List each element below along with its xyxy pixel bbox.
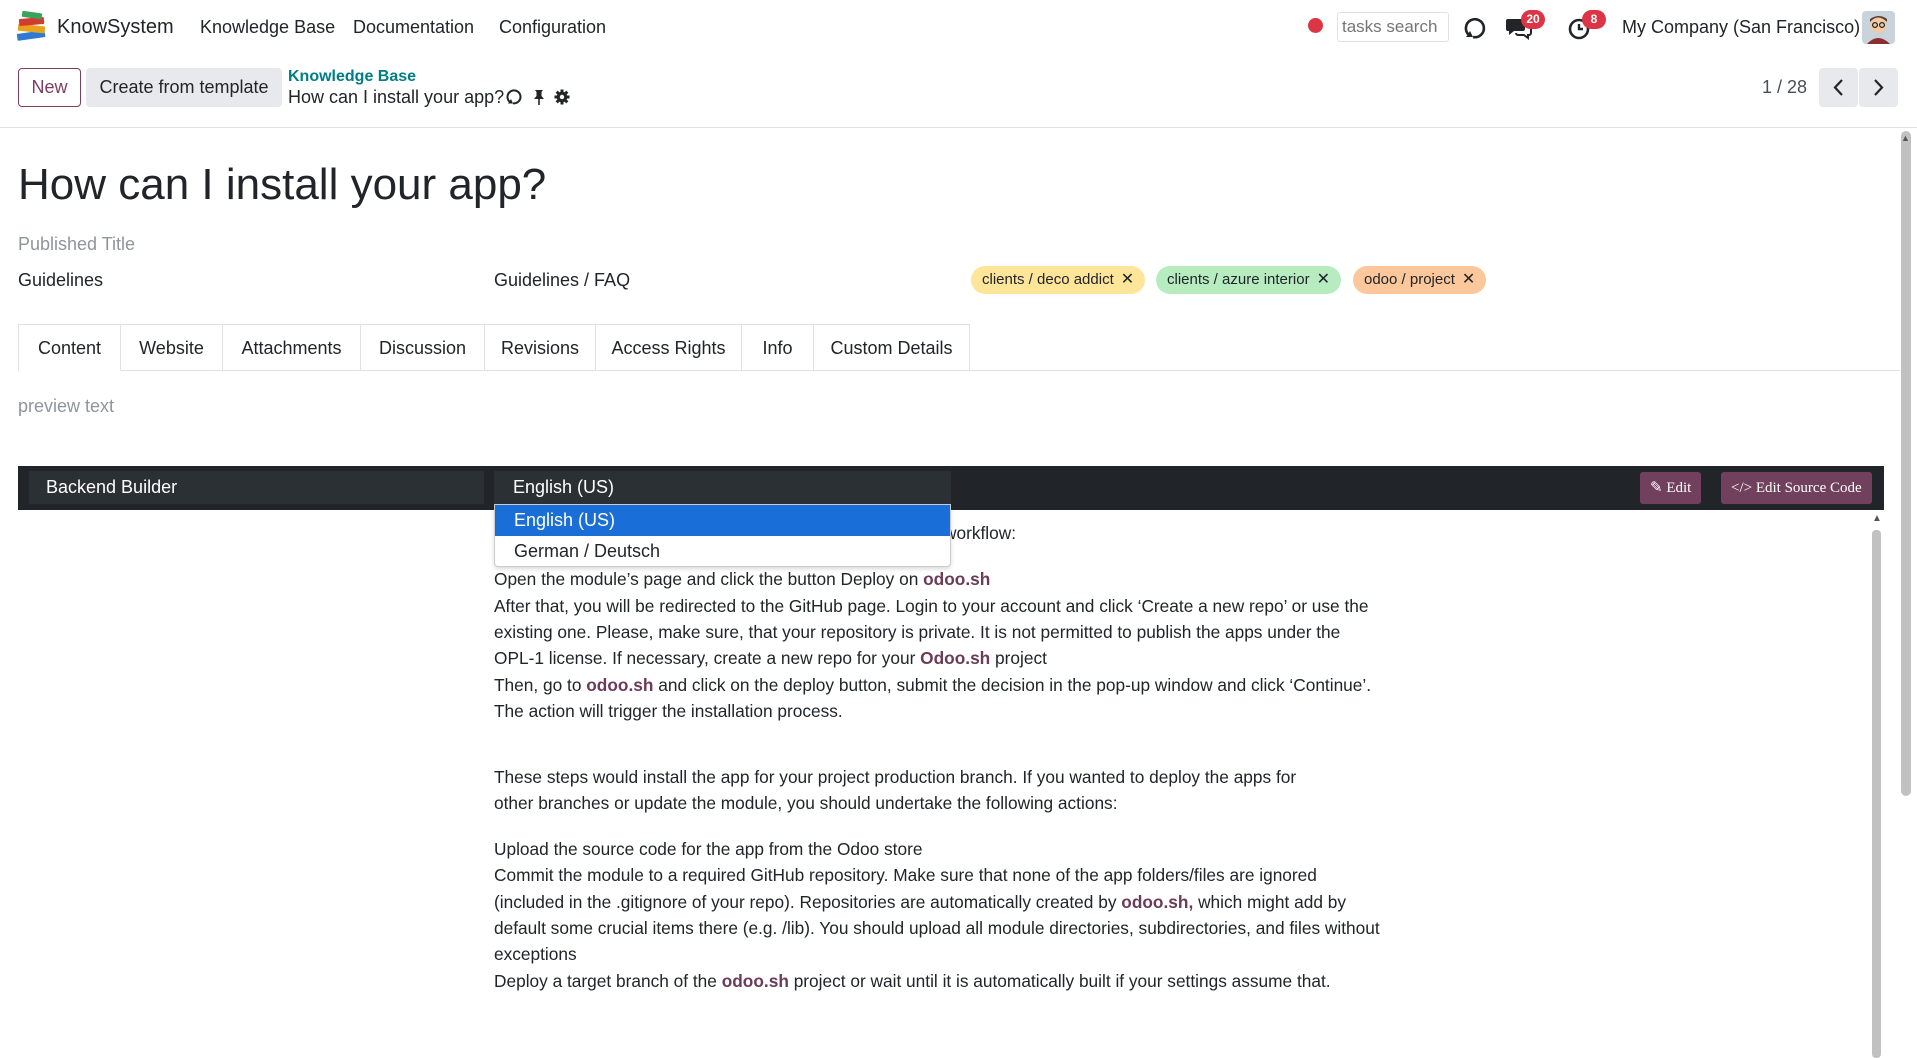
pin-icon[interactable] [530,88,548,106]
builder-select[interactable]: Backend Builder [29,471,484,504]
preview-text-field[interactable]: preview text [18,396,114,417]
edit-icon: ✎ [1650,480,1663,496]
odoo-sh-link[interactable]: odoo.sh [722,971,789,991]
content-paragraph: OPL-1 license. If necessary, create a ne… [494,645,1394,671]
content-paragraph: Commit the module to a required GitHub r… [494,865,1317,885]
recording-indicator-icon[interactable] [1308,18,1323,33]
tab-revisions[interactable]: Revisions [485,324,596,371]
tab-info[interactable]: Info [742,324,814,371]
language-option-german[interactable]: German / Deutsch [495,536,950,567]
remove-tag-icon[interactable]: ✕ [1317,271,1330,288]
text: Then, go to [494,675,587,695]
text: which might add by [1193,892,1346,912]
edit-source-label: Edit Source Code [1755,480,1862,496]
menu-configuration[interactable]: Configuration [499,17,606,38]
tab-attachments[interactable]: Attachments [223,324,361,371]
discard-refresh-icon[interactable] [506,88,524,106]
content-paragraph: existing one. Please, make sure, that yo… [494,622,1341,642]
remove-tag-icon[interactable]: ✕ [1462,271,1475,288]
odoo-sh-link[interactable]: odoo.sh [586,675,653,695]
chevron-left-icon [1833,79,1843,96]
content-heading: workflow: [944,523,1017,543]
content-scroll-up-icon[interactable]: ▲ [1872,513,1882,524]
text: and click on the deploy button, submit t… [653,675,1372,695]
remove-tag-icon[interactable]: ✕ [1121,271,1134,288]
category-field[interactable]: Guidelines / FAQ [494,270,630,291]
content-paragraph: Then, go to odoo.sh and click on the dep… [494,672,1394,698]
gear-icon[interactable] [553,88,571,106]
tasks-search-input[interactable] [1337,12,1449,42]
knowsystem-logo-icon[interactable] [14,10,48,44]
breadcrumb-parent-link[interactable]: Knowledge Base [288,68,416,86]
language-select[interactable]: English (US) [494,471,951,504]
pager-value[interactable]: 1 / 28 [1762,77,1807,98]
odoo-sh-link[interactable]: odoo.sh [923,569,990,589]
content-bold-paragraph: These steps would install the app for yo… [494,767,1297,787]
page-scrollbar[interactable] [1901,131,1911,796]
tab-discussion[interactable]: Discussion [361,324,485,371]
menu-knowledge-base[interactable]: Knowledge Base [200,17,335,38]
text: Open the module’s page and click the but… [494,569,924,589]
odoo-sh-link[interactable]: Odoo.sh [920,648,990,668]
text: project [990,648,1047,668]
language-dropdown-menu: English (US) German / Deutsch [494,504,951,567]
chevron-right-icon [1874,79,1884,96]
edit-source-code-button[interactable]: </> Edit Source Code [1721,472,1872,504]
tag-label: clients / deco addict [982,271,1114,288]
company-switcher[interactable]: My Company (San Francisco) [1622,17,1860,38]
pager-next-button[interactable] [1859,68,1898,107]
tab-website[interactable]: Website [121,324,223,371]
activities-count-badge: 8 [1582,10,1606,29]
messages-count-badge: 20 [1521,10,1545,29]
text: Deploy a target branch of the [494,971,722,991]
content-scrollbar[interactable] [1872,530,1881,1058]
content-paragraph: default some crucial items there (e.g. /… [494,918,1380,938]
content-paragraph: Open the module’s page and click the but… [494,566,1394,592]
new-button[interactable]: New [18,68,81,107]
section-field[interactable]: Guidelines [18,270,103,291]
odoo-sh-link[interactable]: odoo.sh, [1121,892,1193,912]
code-icon: </> [1731,480,1753,496]
tab-content[interactable]: Content [18,324,121,371]
tag-label: odoo / project [1364,271,1455,288]
menu-documentation[interactable]: Documentation [353,17,474,38]
content-paragraph: After that, you will be redirected to th… [494,596,1369,616]
user-avatar[interactable] [1862,11,1895,44]
tag-clients-azure-interior: clients / azure interior ✕ [1156,266,1341,294]
content-paragraph: The action will trigger the installation… [494,701,843,721]
create-from-template-button[interactable]: Create from template [86,68,282,107]
pager-previous-button[interactable] [1819,68,1858,107]
article-title[interactable]: How can I install your app? [18,160,546,210]
edit-button-label: Edit [1666,480,1692,496]
tag-clients-deco-addict: clients / deco addict ✕ [971,266,1146,294]
top-navbar: KnowSystem Knowledge Base Documentation … [0,0,1917,56]
text: project or wait until it is automaticall… [788,971,1331,991]
refresh-icon[interactable] [1463,14,1491,42]
edit-button[interactable]: ✎ Edit [1640,472,1702,504]
tab-custom-details[interactable]: Custom Details [814,324,970,371]
tab-access-rights[interactable]: Access Rights [596,324,742,371]
text: OPL-1 license. If necessary, create a ne… [494,648,921,668]
breadcrumb-current: How can I install your app? [288,87,505,107]
tag-label: clients / azure interior [1167,271,1310,288]
text: (included in the .gitignore of your repo… [494,892,1122,912]
published-title-field[interactable]: Published Title [18,234,135,255]
content-paragraph: Deploy a target branch of the odoo.sh pr… [494,968,1394,994]
content-paragraph: (included in the .gitignore of your repo… [494,889,1394,915]
content-bold-paragraph: other branches or update the module, you… [494,793,1118,813]
content-paragraph: Upload the source code for the app from … [494,839,923,859]
language-option-english[interactable]: English (US) [495,505,950,536]
scroll-up-arrow-icon[interactable]: ▲ [1901,133,1910,143]
app-brand[interactable]: KnowSystem [57,16,174,39]
control-panel-divider [0,127,1917,128]
tag-odoo-project: odoo / project ✕ [1353,266,1487,294]
content-paragraph: exceptions [494,944,577,964]
